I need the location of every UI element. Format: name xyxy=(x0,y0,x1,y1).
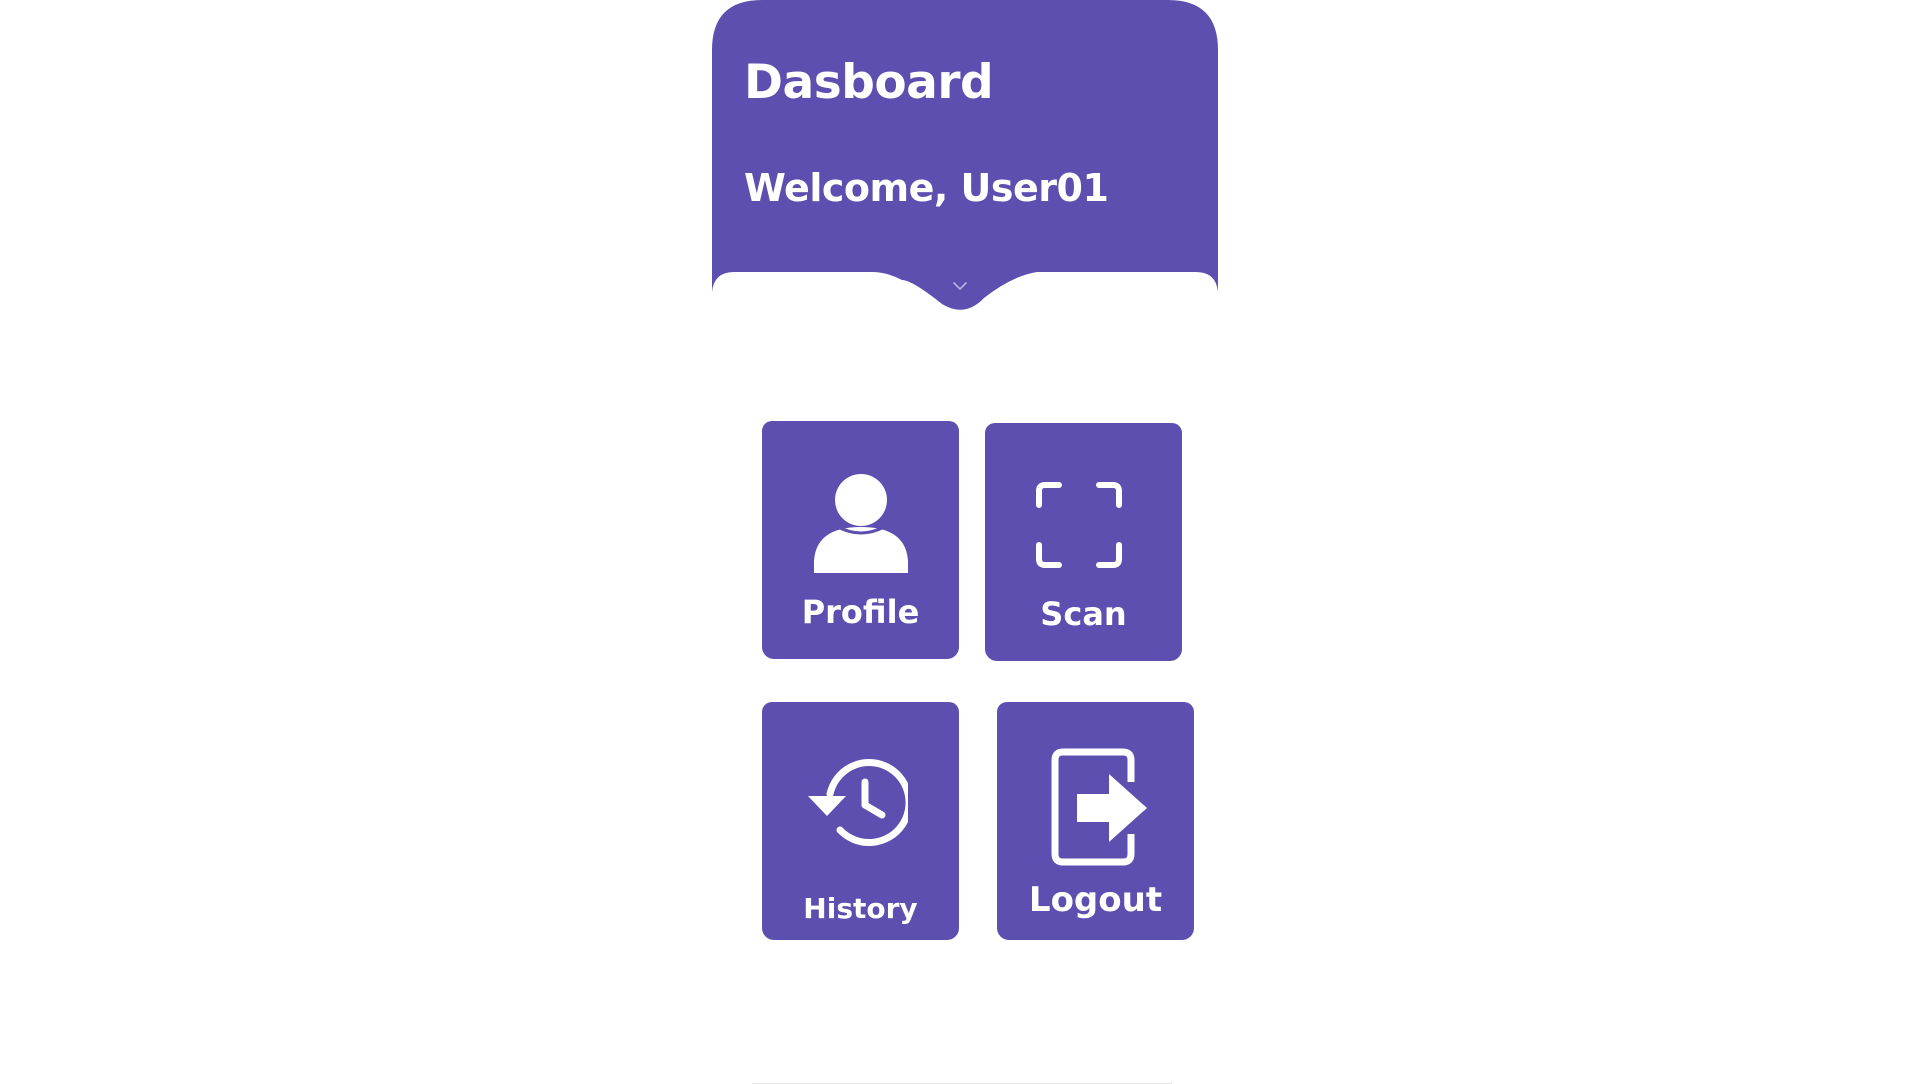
logout-label: Logout xyxy=(1028,880,1163,920)
scan-button[interactable]: Scan xyxy=(985,423,1182,661)
chevron-down-icon[interactable] xyxy=(952,280,968,292)
scan-frame-icon xyxy=(1036,482,1122,568)
header-wave-background xyxy=(712,0,1218,310)
user-icon xyxy=(814,474,908,573)
page-title: Dasboard xyxy=(744,55,994,110)
logout-button[interactable]: Logout xyxy=(997,702,1194,940)
logout-icon xyxy=(1051,748,1147,866)
history-label: History xyxy=(803,892,918,925)
welcome-message: Welcome, User01 xyxy=(744,166,1109,210)
history-button[interactable]: History xyxy=(762,702,959,940)
scan-label: Scan xyxy=(1040,595,1127,633)
profile-button[interactable]: Profile xyxy=(762,421,959,659)
profile-label: Profile xyxy=(801,593,920,631)
dashboard-header: Dasboard Welcome, User01 xyxy=(712,0,1218,312)
dashboard-screen: Dasboard Welcome, User01 Profile Scan Hi… xyxy=(712,0,1218,1084)
history-clock-icon xyxy=(808,759,908,847)
